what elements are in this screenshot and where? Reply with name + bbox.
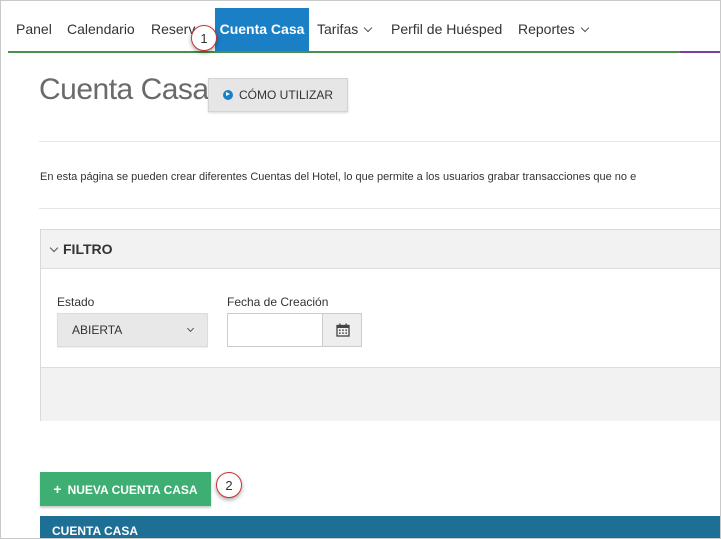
- new-house-account-label: NUEVA CUENTA CASA: [67, 483, 198, 497]
- how-to-use-button[interactable]: CÓMO UTILIZAR: [208, 78, 348, 112]
- filter-title: FILTRO: [63, 241, 113, 257]
- chevron-down-icon: [363, 23, 373, 33]
- divider: [39, 208, 720, 209]
- table-header-label: CUENTA CASA: [52, 524, 138, 538]
- callout-marker-2: 2: [216, 472, 242, 498]
- nav-label-reservas: Reserv: [151, 21, 196, 37]
- plus-icon: +: [53, 481, 62, 497]
- nav-label-panel: Panel: [16, 21, 52, 37]
- nav-item-tarifas[interactable]: Tarifas: [317, 8, 373, 51]
- calendar-icon: [336, 323, 350, 337]
- chevron-down-icon: [49, 243, 59, 253]
- nav-label-tarifas: Tarifas: [317, 21, 359, 37]
- divider: [39, 141, 720, 142]
- nav-label-cuenta-casa: Cuenta Casa: [219, 21, 305, 37]
- calendar-button[interactable]: [322, 313, 362, 347]
- chevron-down-icon: [186, 324, 195, 333]
- new-house-account-button[interactable]: + NUEVA CUENTA CASA: [40, 472, 211, 506]
- nav-item-reservas[interactable]: Reserv: [151, 8, 195, 51]
- how-to-use-label: CÓMO UTILIZAR: [238, 88, 333, 102]
- page-description: En esta página se pueden crear diferente…: [40, 171, 637, 183]
- nav-item-calendario[interactable]: Calendario: [67, 8, 135, 51]
- filter-header[interactable]: FILTRO: [41, 230, 720, 269]
- page-title: Cuenta Casa: [39, 73, 209, 106]
- estado-label: Estado: [57, 295, 95, 309]
- fecha-creacion-input[interactable]: [227, 313, 323, 347]
- nav-label-reportes: Reportes: [518, 21, 575, 37]
- nav-label-calendario: Calendario: [67, 21, 135, 37]
- nav-label-perfil-huesped: Perfil de Huésped: [391, 21, 503, 37]
- top-navigation: Panel Calendario Reserv Cuenta Casa Tari…: [8, 8, 720, 53]
- callout-marker-1: 1: [191, 25, 217, 51]
- nav-item-perfil-huesped[interactable]: Perfil de Huésped: [391, 8, 502, 51]
- nav-accent-line: [680, 51, 720, 53]
- app-window: Panel Calendario Reserv Cuenta Casa Tari…: [0, 0, 721, 539]
- fecha-creacion-label: Fecha de Creación: [227, 295, 329, 309]
- nav-item-panel[interactable]: Panel: [16, 8, 52, 51]
- chevron-down-icon: [580, 23, 590, 33]
- estado-select[interactable]: ABIERTA: [57, 313, 208, 347]
- nav-item-reportes[interactable]: Reportes: [518, 8, 590, 51]
- estado-value: ABIERTA: [72, 323, 123, 337]
- nav-item-cuenta-casa[interactable]: Cuenta Casa: [215, 8, 309, 51]
- filter-panel: FILTRO Estado ABIERTA Fecha de Creación: [40, 229, 720, 421]
- filter-footer: [41, 367, 720, 421]
- table-header: CUENTA CASA: [40, 516, 720, 538]
- play-icon: [222, 89, 233, 100]
